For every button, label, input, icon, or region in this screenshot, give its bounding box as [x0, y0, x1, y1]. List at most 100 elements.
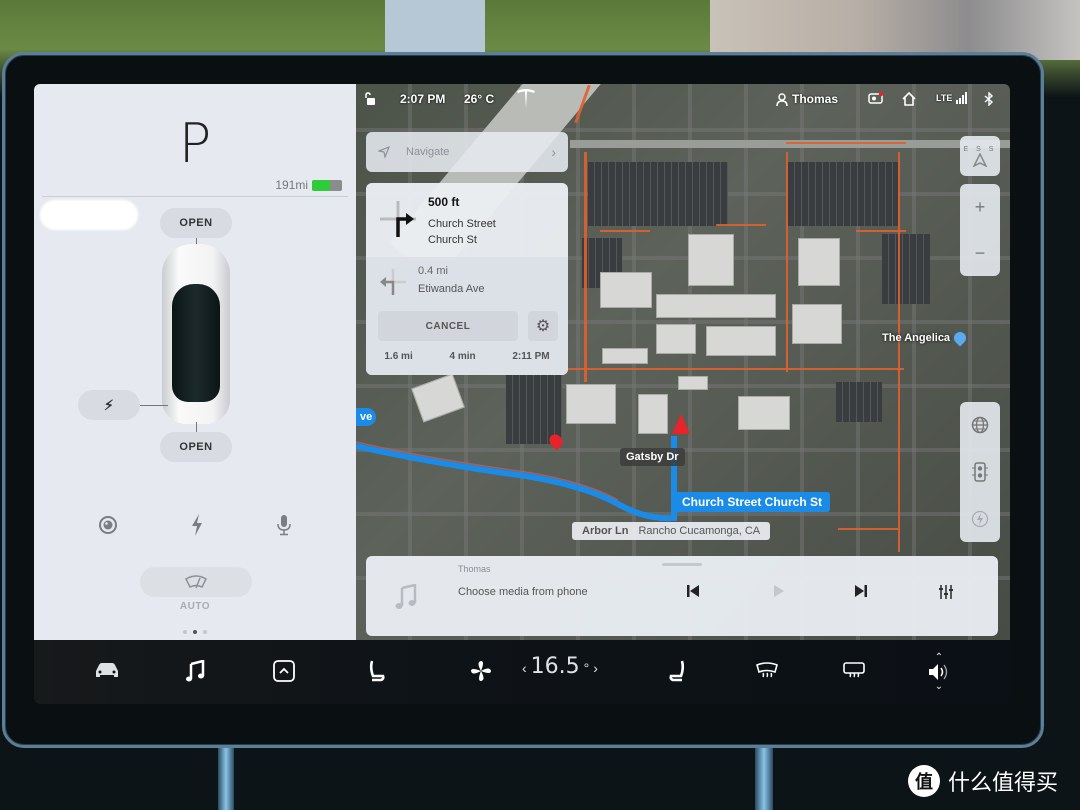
car-icon[interactable]	[90, 654, 124, 688]
lightning-icon: ⚡︎	[103, 396, 115, 413]
watermark: 值 什么值得买	[908, 765, 1058, 797]
navigate-search[interactable]: Navigate ›	[366, 132, 568, 172]
volume-icon	[929, 664, 948, 680]
compass-button[interactable]: E S S	[960, 136, 1000, 176]
traffic-light-icon[interactable]	[972, 462, 988, 482]
volume-control[interactable]: ⌃ ⌄	[922, 644, 956, 700]
media-title[interactable]: Choose media from phone	[458, 586, 588, 598]
bottom-dock: ‹ 16.5 ° › ⌃ ⌄	[34, 640, 1010, 704]
navigation-settings-button[interactable]: ⚙	[528, 311, 558, 341]
chevron-right-icon: ›	[551, 144, 556, 160]
zoom-out-icon[interactable]: −	[975, 243, 986, 264]
range-readout: 191mi	[275, 178, 308, 192]
front-defrost-icon[interactable]	[750, 654, 784, 688]
current-street-label: Church Street Church St	[674, 492, 831, 512]
volume-down-chevron-icon[interactable]: ⌄	[935, 681, 943, 692]
gear-icon: ⚙	[535, 318, 551, 335]
turn-street-line1: Church Street	[428, 218, 496, 230]
mount-right	[755, 748, 773, 810]
page-dot-active[interactable]	[193, 630, 197, 634]
trip-distance: 1.6 mi	[384, 351, 413, 362]
turn-left-icon	[380, 269, 406, 295]
media-player: Thomas Choose media from phone	[366, 556, 998, 636]
cancel-navigation-button[interactable]: CANCEL	[378, 311, 518, 341]
media-drag-handle[interactable]	[662, 563, 702, 566]
dashcam-icon[interactable]	[868, 92, 884, 104]
navigate-arrow-icon	[378, 146, 390, 158]
page-dot[interactable]	[203, 630, 207, 634]
microphone-icon[interactable]	[269, 510, 299, 540]
status-bar: 2:07 PM 26° C Thomas LTE	[356, 84, 1010, 114]
charge-leader-line	[140, 405, 168, 406]
previous-icon	[687, 585, 699, 597]
user-profile[interactable]: Thomas	[776, 92, 838, 106]
temp-up-chevron-icon[interactable]: ›	[593, 660, 598, 676]
previous-track-button[interactable]	[686, 584, 700, 601]
lightning-icon[interactable]	[182, 510, 212, 540]
fan-icon[interactable]	[464, 654, 498, 688]
temperature-value: 16.5	[530, 654, 580, 679]
secondary-turn: 0.4 mi Etiwanda Ave CANCEL ⚙ 1.6 mi 4 mi…	[366, 257, 568, 375]
frunk-open-button[interactable]: OPEN	[160, 208, 232, 238]
turn-street-line2: Church St	[428, 234, 477, 246]
globe-icon[interactable]	[971, 416, 989, 434]
seat-heater-left-icon[interactable]	[360, 654, 394, 688]
next-track-button[interactable]	[854, 584, 868, 601]
equalizer-button[interactable]	[938, 584, 954, 603]
background-wall	[710, 0, 1080, 60]
media-source: Thomas	[458, 564, 491, 574]
page-indicator	[183, 630, 207, 634]
play-button[interactable]	[772, 584, 786, 601]
trip-summary: 1.6 mi 4 min 2:11 PM	[366, 351, 568, 362]
clock: 2:07 PM	[400, 92, 446, 106]
redacted-area	[40, 200, 138, 230]
route-edge-label: ve	[356, 408, 377, 426]
music-icon[interactable]	[178, 654, 212, 688]
page-dot[interactable]	[183, 630, 187, 634]
camera-icon[interactable]	[93, 510, 123, 540]
supercharger-icon[interactable]	[971, 510, 989, 528]
next-turn-distance: 0.4 mi	[418, 265, 448, 277]
poi-label: The Angelica	[882, 332, 951, 344]
background-post	[385, 0, 485, 58]
charge-port-button[interactable]: ⚡︎	[78, 390, 140, 420]
user-icon	[776, 92, 788, 106]
turn-street: Church Street Church St	[428, 216, 496, 248]
car-position-arrow-icon	[672, 414, 690, 434]
tesla-logo-icon[interactable]	[516, 88, 536, 115]
rear-defrost-icon[interactable]	[837, 654, 871, 688]
wiper-button[interactable]	[140, 567, 252, 597]
city-name: Rancho Cucamonga, CA	[638, 525, 761, 537]
zoom-in-icon[interactable]: +	[975, 197, 986, 218]
lte-signal-icon: LTE	[936, 92, 968, 104]
user-name: Thomas	[792, 92, 839, 106]
touchscreen: P 191mi OPEN ⚡︎ OPEN AUTO Gatsby Dr Chur…	[34, 84, 1010, 704]
bluetooth-icon[interactable]	[984, 92, 994, 106]
poi-pin-icon	[951, 329, 969, 347]
trip-arrival: 2:11 PM	[512, 351, 550, 362]
watermark-logo-icon: 值	[908, 765, 940, 797]
music-note-icon	[395, 584, 417, 609]
battery-fill	[312, 180, 330, 191]
apps-launcher-button[interactable]	[267, 654, 301, 688]
trip-duration: 4 min	[449, 351, 476, 362]
home-icon[interactable]	[902, 92, 916, 106]
lock-icon[interactable]	[364, 92, 376, 106]
trunk-open-button[interactable]: OPEN	[160, 432, 232, 462]
temp-down-chevron-icon[interactable]: ‹	[522, 660, 527, 676]
seat-heater-right-icon[interactable]	[660, 654, 694, 688]
poi-the-angelica[interactable]: The Angelica	[882, 329, 969, 347]
panel-divider	[42, 196, 348, 197]
mount-left	[218, 748, 234, 810]
apps-up-icon	[273, 660, 295, 682]
street-name: Arbor Ln	[582, 525, 629, 537]
turn-right-icon	[380, 201, 416, 237]
compass-icon	[973, 152, 987, 167]
quick-controls	[34, 510, 356, 540]
primary-turn[interactable]: 500 ft Church Street Church St	[366, 183, 568, 257]
outside-temp: 26° C	[464, 92, 495, 106]
map-label-gatsby: Gatsby Dr	[620, 448, 685, 466]
turn-distance: 500 ft	[428, 195, 460, 209]
volume-up-chevron-icon[interactable]: ⌃	[935, 652, 943, 663]
location-label: Arbor Ln Rancho Cucamonga, CA	[572, 522, 771, 540]
